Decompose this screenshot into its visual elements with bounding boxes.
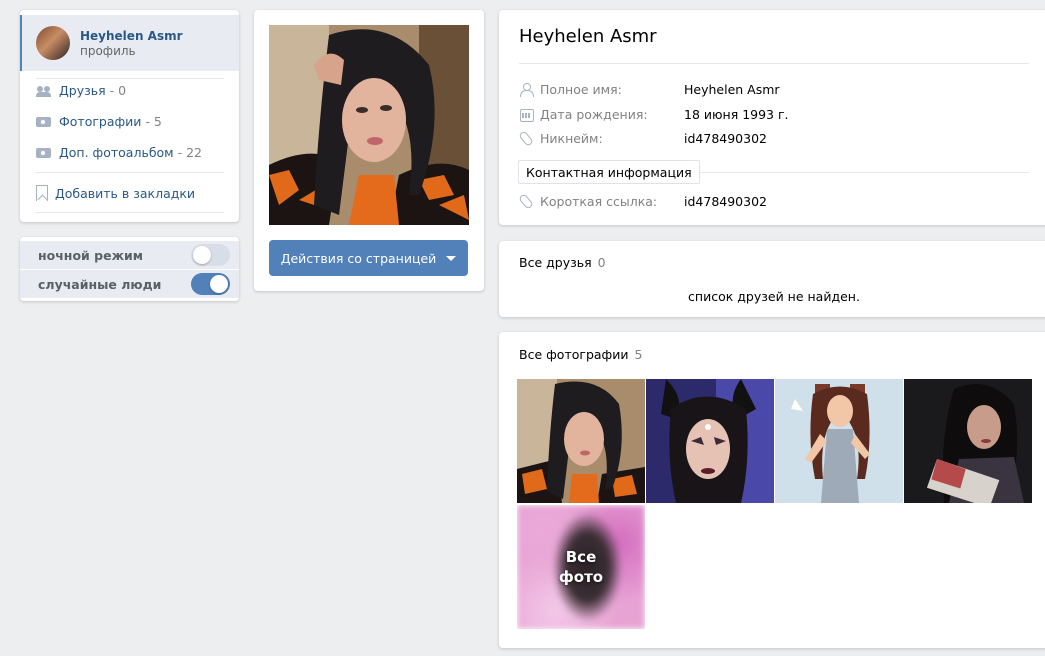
field-label: Короткая ссылка: xyxy=(540,193,658,209)
profile-photo[interactable] xyxy=(269,25,469,225)
field-full-name: Полное имя: Heyhelen Asmr xyxy=(519,80,780,98)
field-value: id478490302 xyxy=(684,130,767,146)
friends-icon xyxy=(36,83,52,97)
divider xyxy=(36,172,224,173)
divider xyxy=(519,63,1029,64)
menu-item-label: Друзья xyxy=(59,82,106,98)
menu-profile-link[interactable]: Heyhelen Asmr профиль xyxy=(20,15,239,71)
clip-icon xyxy=(519,194,533,208)
menu-item-friends[interactable]: Друзья - 0 xyxy=(36,80,126,100)
left-menu: Heyhelen Asmr профиль Друзья - 0 Фотогра… xyxy=(20,10,239,222)
divider xyxy=(36,212,224,213)
menu-item-photos[interactable]: Фотографии - 5 xyxy=(36,111,162,131)
page-actions-label: Действия со страницей xyxy=(280,250,437,266)
field-label: Полное имя: xyxy=(540,81,622,97)
friends-count: 0 xyxy=(597,255,606,270)
page-actions-button[interactable]: Действия со страницей xyxy=(269,240,468,276)
photos-count: 5 xyxy=(634,347,643,362)
night-mode-toggle[interactable] xyxy=(191,244,230,266)
all-photos-label: Все фото xyxy=(558,548,604,586)
user-icon xyxy=(519,82,534,97)
contact-info-button[interactable]: Контактная информация xyxy=(518,160,700,184)
avatar-card: Действия со страницей xyxy=(254,10,484,291)
menu-profile-sub: профиль xyxy=(80,43,136,58)
friends-empty-text: список друзей не найден. xyxy=(688,289,860,304)
menu-profile-name: Heyhelen Asmr xyxy=(80,28,183,43)
photos-title: Все фотографии xyxy=(519,347,629,362)
field-short-link: Короткая ссылка: id478490302 xyxy=(519,192,767,210)
camera-icon xyxy=(36,114,52,128)
random-people-row: случайные люди xyxy=(20,270,239,298)
photo-thumb[interactable] xyxy=(904,379,1032,503)
random-people-label: случайные люди xyxy=(38,276,162,292)
photo-thumb[interactable] xyxy=(646,379,774,503)
camera-icon xyxy=(36,145,52,159)
all-photos-link[interactable]: Все фото xyxy=(517,505,645,629)
calendar-icon xyxy=(519,107,534,122)
photos-header[interactable]: Все фотографии 5 xyxy=(519,347,642,362)
friends-block: Все друзья 0 список друзей не найден. xyxy=(499,241,1045,317)
menu-item-count: - 22 xyxy=(177,144,202,160)
field-nickname: Никнейм: id478490302 xyxy=(519,129,767,147)
field-value: Heyhelen Asmr xyxy=(684,81,780,97)
menu-item-label: Фотографии xyxy=(59,113,142,129)
bookmark-icon xyxy=(36,185,48,201)
field-label: Никнейм: xyxy=(540,130,603,146)
friends-header[interactable]: Все друзья 0 xyxy=(519,255,606,270)
clip-icon xyxy=(519,131,533,145)
menu-item-count: - 0 xyxy=(109,82,127,98)
night-mode-label: ночной режим xyxy=(38,247,143,263)
menu-item-label: Добавить в закладки xyxy=(55,185,196,201)
menu-item-extra-album[interactable]: Доп. фотоальбом - 22 xyxy=(36,142,202,162)
menu-item-bookmark[interactable]: Добавить в закладки xyxy=(36,183,195,203)
night-mode-row: ночной режим xyxy=(20,241,239,269)
friends-title: Все друзья xyxy=(519,255,592,270)
settings-toggles: ночной режим случайные люди xyxy=(20,237,239,301)
field-value: 18 июня 1993 г. xyxy=(684,106,789,122)
chevron-down-icon xyxy=(446,255,457,261)
avatar xyxy=(36,26,70,60)
photos-block: Все фотографии 5 Все фото xyxy=(499,332,1045,648)
divider xyxy=(36,78,224,79)
photo-thumb[interactable] xyxy=(517,379,645,503)
page-title: Heyhelen Asmr xyxy=(519,26,657,47)
random-people-toggle[interactable] xyxy=(191,273,230,295)
field-label: Дата рождения: xyxy=(540,106,648,122)
menu-item-count: - 5 xyxy=(145,113,162,129)
menu-item-label: Доп. фотоальбом xyxy=(59,144,174,160)
profile-info: Heyhelen Asmr Полное имя: Heyhelen Asmr … xyxy=(499,10,1045,225)
field-value: id478490302 xyxy=(684,193,767,209)
field-birthday: Дата рождения: 18 июня 1993 г. xyxy=(519,105,789,123)
photo-thumb[interactable] xyxy=(775,379,903,503)
